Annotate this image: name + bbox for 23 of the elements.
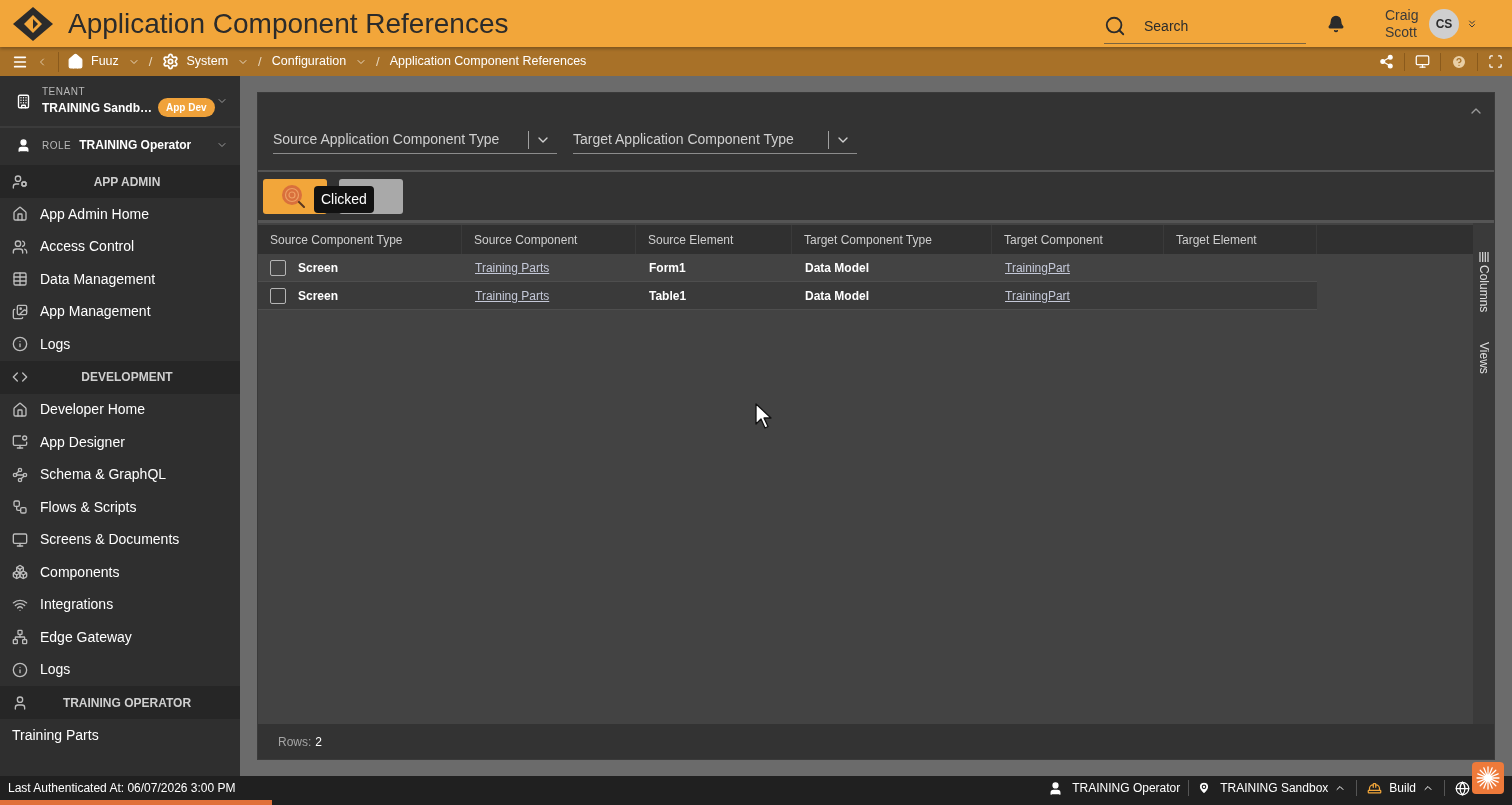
last-authenticated: Last Authenticated At: 06/07/2026 3:00 PM [8, 780, 236, 797]
section-title: TRAINING OPERATOR [61, 694, 193, 712]
tenant-name: TRAINING Sandb… [42, 99, 152, 117]
tenant-label: TENANT [42, 85, 86, 98]
rows-label: Rows: [278, 733, 312, 751]
role-name: TRAINING Operator [79, 137, 193, 154]
table-cell-text: Form1 [649, 259, 686, 277]
user-name: Craig Scott [1385, 6, 1420, 41]
table-cell-text: Screen [298, 287, 339, 305]
section-title: APP ADMIN [92, 173, 162, 191]
tenant-badge: App Dev [158, 98, 215, 117]
page-title: Application Component References [68, 9, 509, 38]
role-label: ROLE [42, 138, 72, 153]
breadcrumb-separator: / [376, 52, 380, 71]
table-cell-text: Table1 [649, 287, 687, 305]
table-cell-text: Data Model [805, 287, 869, 305]
rows-count: 2 [315, 733, 323, 751]
breadcrumb-separator: / [258, 52, 262, 71]
table-cell-text: Data Model [805, 259, 869, 277]
table-cell-text: Screen [298, 259, 339, 277]
breadcrumb-separator: / [148, 52, 153, 71]
tooltip: Clicked [314, 186, 374, 213]
section-title: DEVELOPMENT [80, 369, 174, 386]
